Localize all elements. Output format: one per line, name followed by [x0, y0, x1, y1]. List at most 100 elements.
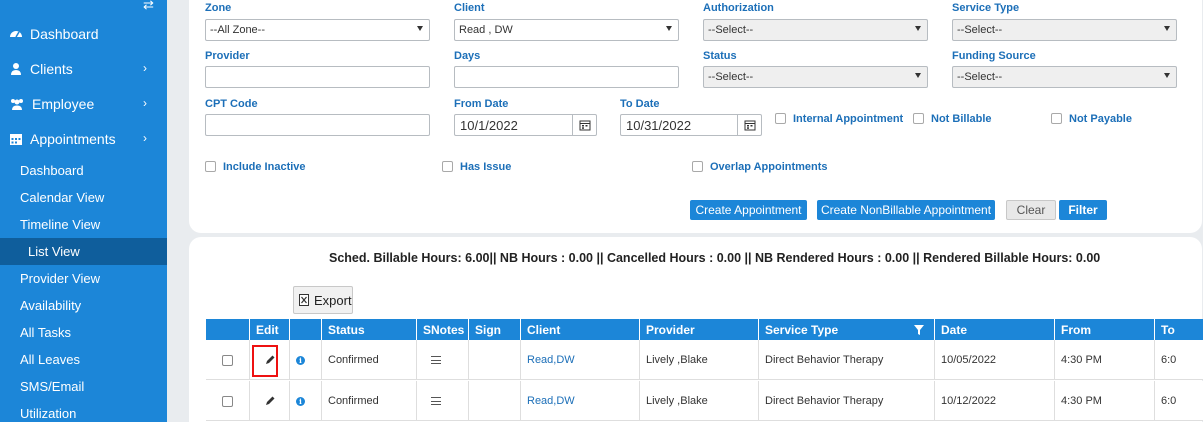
chevron-down-icon [417, 26, 423, 31]
client-link[interactable]: Read,DW [520, 340, 639, 380]
days-label: Days [454, 50, 481, 62]
sidebar-subitem-timeline-view[interactable]: Timeline View [0, 211, 167, 238]
notes-menu-icon[interactable] [431, 356, 441, 364]
service-type-label: Service Type [952, 2, 1020, 14]
pencil-icon[interactable] [264, 395, 276, 407]
row-checkbox[interactable] [222, 354, 233, 366]
sidebar-subitem-label: SMS/Email [20, 379, 85, 394]
to-date-label: To Date [620, 98, 660, 110]
header-snotes[interactable]: SNotes [416, 319, 468, 340]
from-date-label: From Date [454, 98, 509, 110]
edit-highlight-box [252, 345, 278, 377]
row-checkbox[interactable] [222, 395, 233, 407]
client-label: Client [454, 2, 485, 14]
from-cell: 4:30 PM [1054, 340, 1154, 380]
info-cell: i [289, 381, 321, 421]
has-issue-checkbox[interactable] [442, 161, 453, 172]
sidebar-subitem-all-tasks[interactable]: All Tasks [0, 319, 167, 346]
from-date-value: 10/1/2022 [460, 117, 518, 133]
chevron-down-icon [915, 73, 921, 78]
notes-menu-icon[interactable] [431, 397, 441, 405]
edit-cell [249, 381, 289, 421]
client-select[interactable]: Read , DW [454, 19, 679, 41]
sidebar-subitem-utilization[interactable]: Utilization [0, 400, 167, 422]
hours-summary: Sched. Billable Hours: 6.00|| NB Hours :… [329, 251, 1101, 265]
create-appointment-button[interactable]: Create Appointment [690, 200, 807, 220]
sidebar-subitem-all-leaves[interactable]: All Leaves [0, 346, 167, 373]
filter-icon[interactable] [914, 325, 924, 335]
sidebar-item-clients[interactable]: Clients › [0, 51, 167, 86]
status-select-value: --Select-- [708, 71, 754, 83]
days-input[interactable] [454, 66, 679, 88]
export-button[interactable]: Export [293, 286, 353, 314]
sidebar-item-employee[interactable]: Employee › [0, 86, 167, 121]
sidebar-subitem-label: Utilization [20, 406, 77, 421]
sidebar-subitem-sms-email[interactable]: SMS/Email [0, 373, 167, 400]
header-client[interactable]: Client [520, 319, 639, 340]
calendar-icon[interactable] [572, 115, 596, 135]
calendar-icon [9, 132, 23, 146]
sidebar-subitem-dashboard[interactable]: Dashboard [0, 157, 167, 184]
sidebar-item-appointments[interactable]: Appointments › [0, 121, 167, 156]
header-from[interactable]: From [1054, 319, 1154, 340]
header-date[interactable]: Date [934, 319, 1054, 340]
zone-select[interactable]: --All Zone-- [205, 19, 430, 41]
row-select-cell [206, 340, 249, 380]
from-date-input[interactable]: 10/1/2022 [454, 114, 597, 136]
header-edit: Edit [249, 319, 289, 340]
include-inactive-label: Include Inactive [223, 161, 306, 173]
sidebar-subitem-list-view[interactable]: List View [0, 238, 167, 265]
header-sign[interactable]: Sign [468, 319, 520, 340]
service-type-select[interactable]: --Select-- [952, 19, 1177, 41]
status-select[interactable]: --Select-- [703, 66, 928, 88]
sidebar-subitem-label: All Tasks [20, 325, 72, 340]
table-row: i Confirmed Read,DW Lively ,Blake Direct… [206, 340, 1203, 380]
header-service-type[interactable]: Service Type [758, 319, 934, 340]
table-header: Edit Status SNotes Sign Client Provider … [206, 319, 1203, 340]
sidebar-subitem-availability[interactable]: Availability [0, 292, 167, 319]
not-billable-checkbox[interactable] [913, 113, 924, 124]
cpt-code-input[interactable] [205, 114, 430, 136]
chevron-down-icon [1164, 73, 1170, 78]
sidebar-item-label: Appointments [30, 130, 116, 147]
clear-button[interactable]: Clear [1006, 200, 1056, 220]
to-cell: 6:0 [1154, 340, 1203, 380]
cpt-code-label: CPT Code [205, 98, 258, 110]
include-inactive-checkbox[interactable] [205, 161, 216, 172]
sign-cell [468, 340, 520, 380]
header-status[interactable]: Status [321, 319, 416, 340]
header-to[interactable]: To [1154, 319, 1203, 340]
create-nonbillable-appointment-button[interactable]: Create NonBillable Appointment [817, 200, 995, 220]
sidebar-toggle-icon[interactable]: ⇄ [143, 0, 157, 12]
funding-source-select[interactable]: --Select-- [952, 66, 1177, 88]
info-icon[interactable]: i [296, 396, 305, 406]
authorization-label: Authorization [703, 2, 774, 14]
snotes-cell [416, 381, 468, 421]
filter-button[interactable]: Filter [1059, 200, 1107, 220]
sidebar-subitem-calendar-view[interactable]: Calendar View [0, 184, 167, 211]
calendar-icon[interactable] [737, 115, 761, 135]
overlap-appointments-checkbox[interactable] [692, 161, 703, 172]
internal-appointment-checkbox[interactable] [775, 113, 786, 124]
user-icon [9, 62, 23, 76]
provider-input[interactable] [205, 66, 430, 88]
header-provider[interactable]: Provider [639, 319, 758, 340]
sidebar-subitem-label: Timeline View [20, 217, 101, 232]
sidebar-subitem-label: Availability [20, 298, 82, 313]
to-date-value: 10/31/2022 [626, 117, 692, 133]
provider-cell: Lively ,Blake [639, 381, 758, 421]
table-row: i Confirmed Read,DW Lively ,Blake Direct… [206, 381, 1203, 421]
not-payable-checkbox[interactable] [1051, 113, 1062, 124]
chevron-right-icon: › [143, 96, 147, 110]
sidebar-subitem-provider-view[interactable]: Provider View [0, 265, 167, 292]
header-select [206, 319, 249, 340]
not-payable-label: Not Payable [1069, 113, 1132, 125]
info-icon[interactable]: i [296, 355, 305, 365]
to-date-input[interactable]: 10/31/2022 [620, 114, 762, 136]
sidebar-item-label: Employee [32, 95, 95, 112]
authorization-select[interactable]: --Select-- [703, 19, 928, 41]
internal-appointment-label: Internal Appointment [793, 113, 904, 125]
sidebar-item-dashboard[interactable]: Dashboard [0, 16, 167, 51]
zone-select-value: --All Zone-- [210, 24, 266, 36]
client-link[interactable]: Read,DW [520, 381, 639, 421]
